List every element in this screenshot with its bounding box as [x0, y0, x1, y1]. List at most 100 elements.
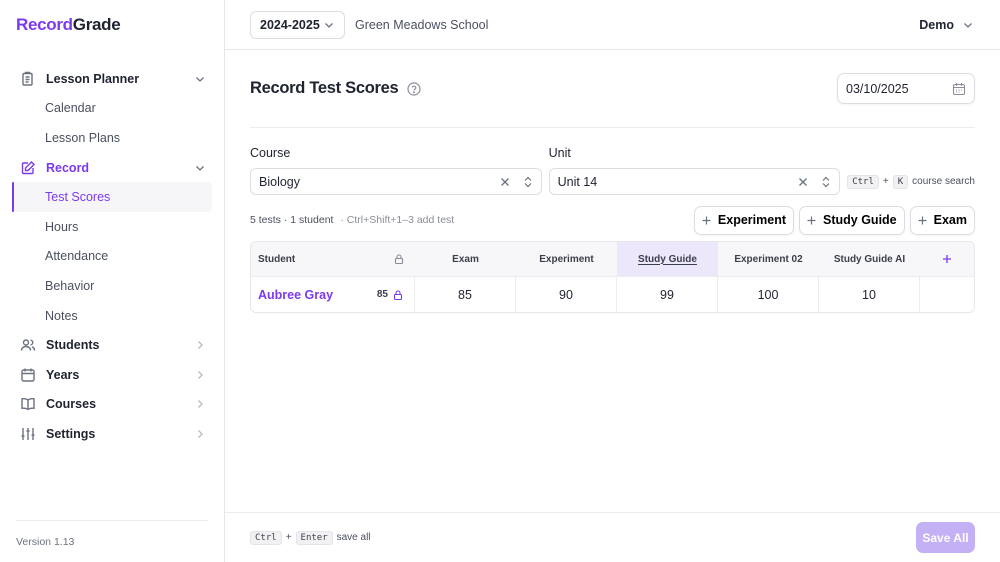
- chevron-right-icon: [194, 339, 206, 351]
- kbd-enter: Enter: [295, 530, 333, 545]
- add-exam-button[interactable]: Exam: [909, 205, 975, 235]
- content: Record Test Scores 03/10/2025 Course Bio…: [250, 50, 975, 313]
- brand-logo[interactable]: RecordGrade: [16, 15, 121, 35]
- chevron-up-down-icon: [523, 176, 533, 188]
- user-name: Demo: [919, 17, 954, 32]
- lock-icon[interactable]: [392, 289, 404, 301]
- add-test-actions: Experiment Study Guide Exam: [693, 205, 975, 235]
- sidebar-item-test-scores[interactable]: Test Scores: [12, 182, 212, 212]
- sidebar-item-label: Attendance: [45, 249, 109, 264]
- grid-header-row: Student Exam Experiment Study Guide Expe…: [251, 242, 974, 277]
- unit-combobox[interactable]: Unit 14: [548, 168, 841, 195]
- unit-value: Unit 14: [557, 174, 598, 189]
- score-cell-study-guide-ai[interactable]: 10: [819, 277, 920, 312]
- help-circle-icon[interactable]: [407, 81, 421, 96]
- sidebar-item-behavior[interactable]: Behavior: [12, 271, 212, 301]
- version-label: Version 1.13: [16, 520, 208, 562]
- year-select[interactable]: 2024-2025: [250, 10, 345, 39]
- sidebar-nav: Lesson Planner Calendar Lesson Plans Rec…: [12, 64, 212, 449]
- sidebar-item-hours[interactable]: Hours: [12, 212, 212, 242]
- sidebar-item-attendance[interactable]: Attendance: [12, 242, 212, 272]
- sidebar-item-record[interactable]: Record: [12, 153, 212, 183]
- grid-count: 5 tests · 1 student: [250, 214, 334, 226]
- button-label: Experiment: [717, 213, 787, 227]
- column-header-experiment-02[interactable]: Experiment 02: [718, 242, 819, 276]
- sidebar-item-label: Test Scores: [45, 190, 111, 205]
- lock-icon[interactable]: [393, 253, 405, 265]
- grid-meta: 5 tests · 1 student · Ctrl+Shift+1–3 add…: [250, 214, 454, 226]
- footer-bar: Ctrl + Enter save all Save All: [225, 512, 1000, 562]
- kbd-k: K: [892, 174, 909, 189]
- date-input[interactable]: 03/10/2025: [837, 73, 975, 104]
- page-title: Record Test Scores: [250, 79, 399, 97]
- chevron-down-icon: [325, 22, 333, 28]
- chevron-right-icon: [194, 398, 206, 410]
- calendar-icon[interactable]: [952, 82, 966, 96]
- kbd-plus: +: [882, 176, 889, 187]
- score-cell-experiment-02[interactable]: 100: [718, 277, 819, 312]
- unit-label: Unit: [548, 146, 571, 160]
- brand-part-1: Record: [16, 15, 73, 34]
- chevron-right-icon: [194, 428, 206, 440]
- book-icon: [19, 395, 37, 413]
- scores-grid: Student Exam Experiment Study Guide Expe…: [250, 241, 975, 313]
- score-cell-experiment[interactable]: 90: [516, 277, 617, 312]
- chevron-down-icon: [194, 162, 206, 174]
- column-header-study-guide[interactable]: Study Guide: [617, 242, 718, 276]
- hint-text: course search: [912, 176, 975, 187]
- clear-icon[interactable]: [499, 176, 511, 188]
- chevron-down-icon: [194, 73, 206, 85]
- score-cell-study-guide[interactable]: 99: [617, 277, 718, 312]
- sidebar-item-years[interactable]: Years: [12, 360, 212, 390]
- plus-icon: [917, 215, 928, 226]
- calendar-icon: [19, 366, 37, 384]
- column-header-study-guide-ai[interactable]: Study Guide AI: [819, 242, 920, 276]
- sidebar-item-label: Students: [46, 338, 100, 353]
- plus-icon: [701, 215, 712, 226]
- date-value: 03/10/2025: [846, 81, 909, 96]
- hint-text: save all: [336, 532, 371, 543]
- users-icon: [19, 336, 37, 354]
- page-header: Record Test Scores 03/10/2025: [250, 50, 975, 128]
- column-header-exam[interactable]: Exam: [415, 242, 516, 276]
- sidebar-item-students[interactable]: Students: [12, 330, 212, 360]
- add-experiment-button[interactable]: Experiment: [693, 205, 795, 235]
- save-all-button[interactable]: Save All: [916, 522, 975, 553]
- kbd-ctrl: Ctrl: [250, 530, 282, 545]
- sidebar-item-label: Behavior: [45, 278, 95, 293]
- button-label: Study Guide: [823, 213, 897, 227]
- sidebar-item-courses[interactable]: Courses: [12, 390, 212, 420]
- clear-icon[interactable]: [797, 176, 809, 188]
- column-header-label: Student: [258, 253, 296, 265]
- chevron-down-icon: [964, 22, 972, 28]
- pencil-square-icon: [19, 159, 37, 177]
- chevron-up-down-icon: [821, 176, 831, 188]
- plus-icon: [806, 215, 817, 226]
- course-search-hint: Ctrl + K course search: [847, 168, 975, 195]
- add-study-guide-button[interactable]: Study Guide: [799, 205, 905, 235]
- sidebar-item-settings[interactable]: Settings: [12, 419, 212, 449]
- top-bar: 2024-2025 Green Meadows School Demo: [225, 0, 1000, 50]
- save-all-hint: Ctrl + Enter save all: [250, 530, 371, 545]
- grid-toolbar: 5 tests · 1 student · Ctrl+Shift+1–3 add…: [250, 205, 975, 235]
- score-cell-exam[interactable]: 85: [415, 277, 516, 312]
- sidebar-item-label: Years: [46, 367, 80, 382]
- course-combobox[interactable]: Biology: [250, 168, 542, 195]
- sidebar-item-notes[interactable]: Notes: [12, 301, 212, 331]
- sidebar-item-calendar[interactable]: Calendar: [12, 94, 212, 124]
- student-name-link[interactable]: Aubree Gray: [258, 288, 333, 302]
- sidebar-item-label: Lesson Planner: [46, 71, 140, 86]
- sliders-icon: [19, 425, 37, 443]
- sidebar-item-lesson-planner[interactable]: Lesson Planner: [12, 64, 212, 94]
- column-header-experiment[interactable]: Experiment: [516, 242, 617, 276]
- sidebar-item-lesson-plans[interactable]: Lesson Plans: [12, 123, 212, 153]
- sidebar-item-label: Record: [46, 160, 90, 175]
- user-menu[interactable]: Demo: [919, 18, 974, 32]
- add-column-icon[interactable]: [941, 253, 953, 265]
- sidebar: RecordGrade Lesson Planner Calendar Less…: [0, 0, 225, 562]
- sidebar-item-label: Settings: [46, 426, 96, 441]
- table-row: Aubree Gray 85 85 90 99 100 10: [251, 277, 974, 312]
- student-cell: Aubree Gray 85: [251, 277, 415, 312]
- filters: Course Biology Unit Unit 14 Ctrl + K cou…: [250, 146, 975, 195]
- student-average: 85: [376, 289, 388, 300]
